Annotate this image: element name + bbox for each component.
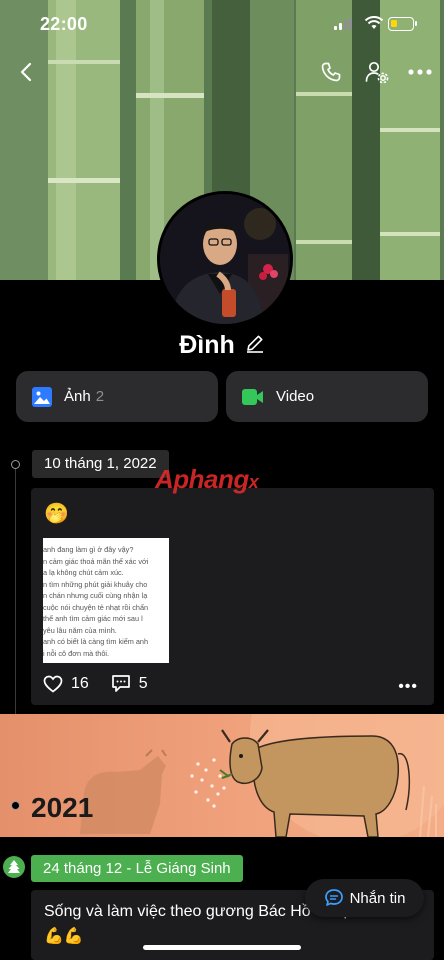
post-image[interactable]: anh đang làm gì ở đây vậy? n cảm giác tho… (43, 538, 169, 663)
video-label: Video (276, 388, 315, 405)
post-emoji: 🤭 (44, 503, 69, 525)
image-text-line: n cảm giác thoả mãn thế xác với (43, 556, 149, 566)
post-date: 10 tháng 1, 2022 (32, 450, 169, 478)
post-actions: 16 5 (43, 674, 162, 693)
chat-bubble-icon (324, 889, 343, 906)
year-banner: 2021 (0, 714, 444, 837)
phone-icon (321, 62, 341, 82)
comment-icon (111, 675, 130, 692)
image-text-line: i nỗi cô đơn mà thôi. (43, 648, 110, 658)
timeline-dot (11, 801, 20, 810)
christmas-tree-icon (3, 856, 25, 878)
pencil-icon (246, 335, 263, 353)
chevron-left-icon (20, 62, 32, 82)
clock: 22:00 (40, 14, 88, 34)
photos-button[interactable]: Ảnh 2 (16, 371, 218, 422)
image-text-line: thể anh tìm cảm giác mới sau l (43, 614, 143, 623)
profile-name: Đình (179, 330, 235, 359)
like-count: 16 (71, 674, 89, 692)
battery-icon (388, 17, 417, 31)
profile-name-row: Đình (0, 328, 444, 362)
avatar-photo (160, 194, 290, 324)
signal-icon (334, 18, 352, 30)
post-more-button[interactable]: ••• (398, 678, 418, 696)
post-card[interactable]: 🤭 anh đang làm gì ở đây vậy? n cảm giác t… (31, 488, 434, 705)
avatar[interactable] (157, 191, 293, 327)
back-button[interactable] (10, 58, 42, 86)
year-label: 2021 (31, 792, 94, 823)
timeline-dot (11, 460, 20, 469)
home-indicator[interactable] (143, 945, 301, 950)
image-text-line: yêu lâu năm của mình. (43, 625, 117, 635)
comment-count: 5 (138, 674, 148, 692)
profile-settings-button[interactable] (361, 58, 393, 86)
message-button-label: Nhắn tin (349, 889, 406, 907)
image-text-line: anh đang làm gì ở đây vậy? (43, 545, 134, 554)
photo-icon (32, 386, 52, 407)
edit-name-button[interactable] (245, 333, 265, 358)
battery-level (391, 20, 397, 27)
photos-label: Ảnh (64, 388, 91, 405)
user-settings-icon (365, 61, 389, 84)
video-camera-icon (242, 388, 263, 405)
status-bar: 22:00 (0, 0, 444, 50)
event-date-tag: 24 tháng 12 - Lễ Giáng Sinh (31, 855, 243, 882)
like-button[interactable]: 16 (43, 675, 89, 693)
image-text-line: n tìm những phút giải khuây cho (43, 579, 148, 589)
message-button[interactable]: Nhắn tin (305, 879, 424, 917)
more-horizontal-icon (408, 69, 432, 75)
comment-button[interactable]: 5 (111, 674, 148, 693)
photos-count: 2 (95, 388, 105, 405)
more-button[interactable] (404, 58, 436, 86)
image-text-line: a lạ không chút cảm xúc. (43, 568, 124, 577)
video-button[interactable]: Video (226, 371, 428, 422)
post-emojis: 💪💪 (44, 928, 84, 945)
heart-icon (43, 675, 63, 693)
wifi-icon (364, 16, 384, 29)
image-text-line: n chán nhưng cuối cùng nhận lạ (43, 591, 148, 600)
call-button[interactable] (315, 58, 347, 86)
image-text-line: anh có biết là càng tìm kiếm anh (43, 637, 149, 646)
watermark-logo: Aphangx (155, 464, 259, 494)
image-text-line: cuộc nói chuyện tẻ nhạt rồi chấn (43, 602, 149, 612)
